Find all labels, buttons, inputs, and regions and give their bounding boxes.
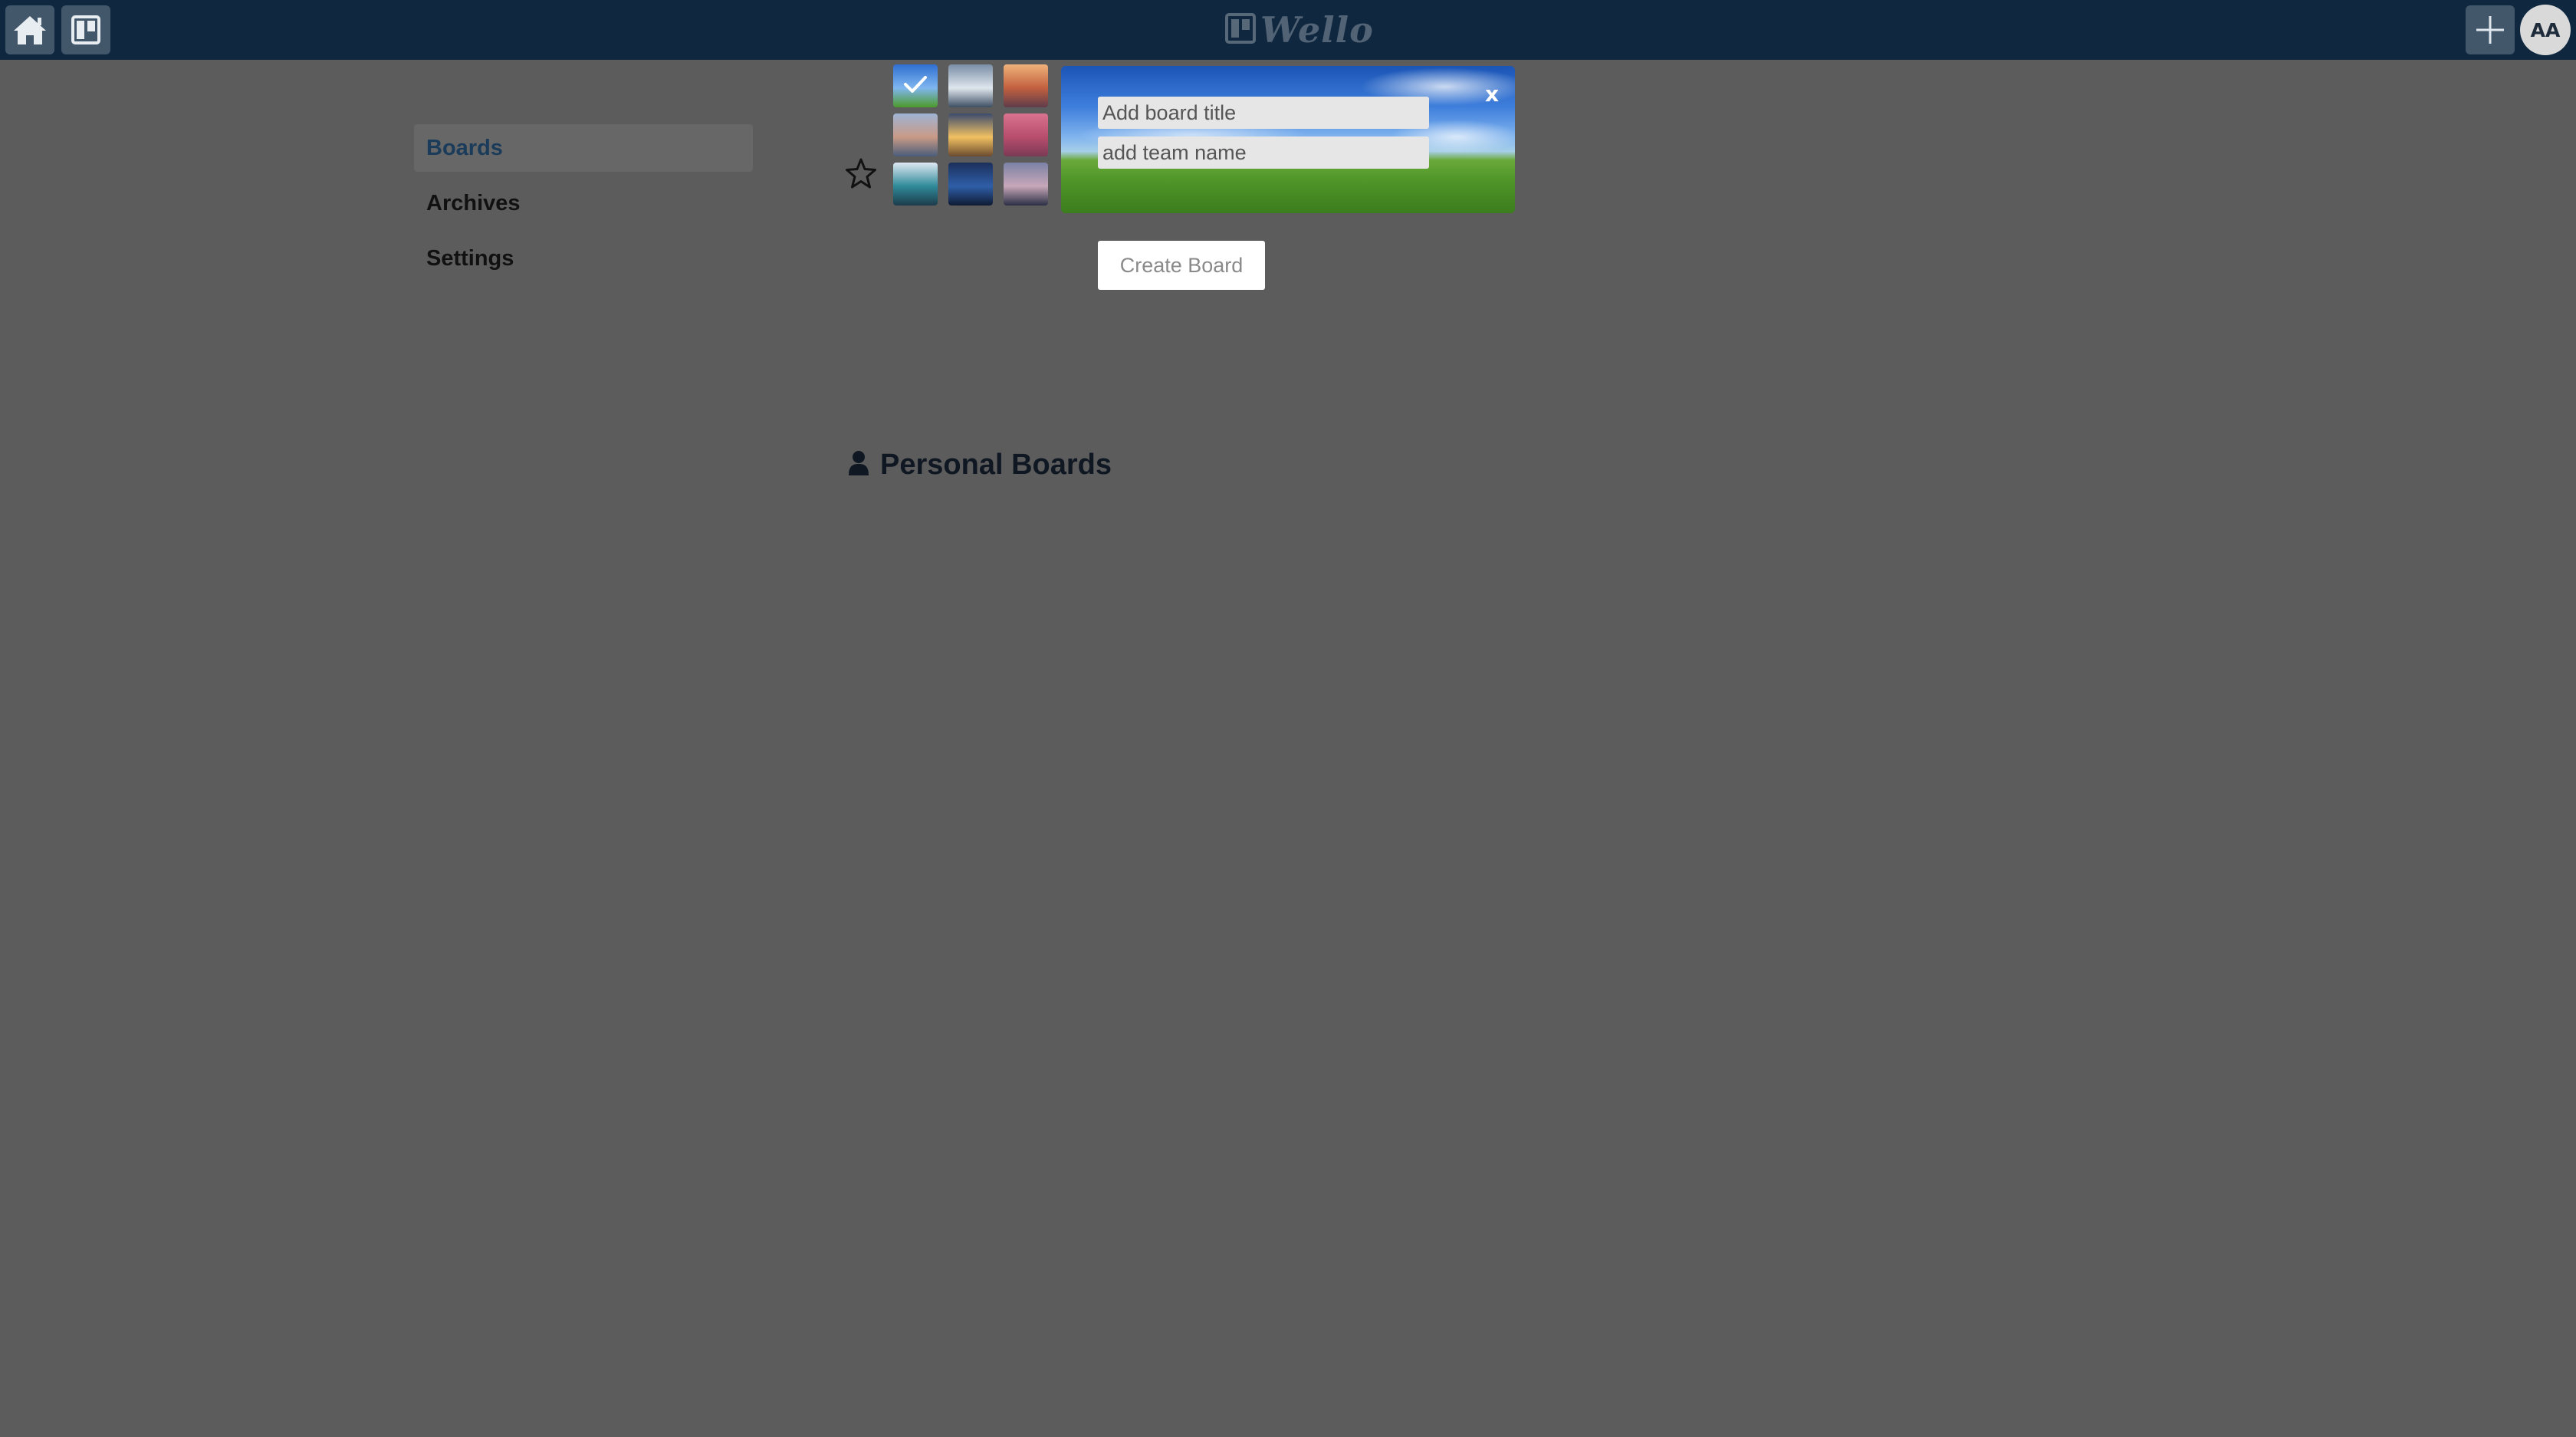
user-icon (848, 450, 869, 479)
user-avatar[interactable]: AA (2520, 5, 2571, 55)
home-icon (12, 14, 48, 46)
background-picker (893, 64, 1048, 206)
personal-boards-title: Personal Boards (880, 448, 1112, 481)
logo-board-icon (1225, 13, 1256, 47)
background-thumb-mountain-lake[interactable] (948, 64, 993, 107)
star-outline-icon (844, 158, 878, 193)
home-button[interactable] (5, 5, 54, 54)
plus-icon (2475, 15, 2505, 45)
app-logo[interactable]: Wello (1225, 9, 1374, 51)
sidebar: Boards Archives Settings (414, 124, 753, 290)
background-thumb-golden-horizon[interactable] (948, 113, 993, 156)
top-navigation-bar: Wello AA (0, 0, 2576, 60)
background-thumb-sunset-rocks[interactable] (1004, 64, 1048, 107)
close-composer-button[interactable]: x (1481, 81, 1503, 107)
background-thumb-night-city[interactable] (948, 163, 993, 206)
boards-button[interactable] (61, 5, 110, 54)
star-toggle[interactable] (844, 156, 878, 190)
boards-icon (71, 15, 100, 44)
background-thumb-pink-blossom[interactable] (1004, 113, 1048, 156)
background-thumb-coastal-town[interactable] (893, 113, 938, 156)
background-thumb-dusk-bridge[interactable] (1004, 163, 1048, 206)
board-preview: x (1061, 66, 1515, 213)
team-name-input[interactable] (1098, 136, 1429, 169)
sidebar-item-archives[interactable]: Archives (414, 179, 753, 227)
background-thumb-green-field[interactable] (893, 64, 938, 107)
create-board-button[interactable]: Create Board (1098, 241, 1265, 290)
add-board-button[interactable] (2466, 5, 2515, 54)
checkmark-icon (903, 74, 928, 97)
personal-boards-header: Personal Boards (848, 443, 1112, 486)
sidebar-item-boards[interactable]: Boards (414, 124, 753, 172)
background-thumb-tropical-bay[interactable] (893, 163, 938, 206)
sidebar-item-settings[interactable]: Settings (414, 235, 753, 282)
logo-text: Wello (1260, 9, 1374, 51)
board-title-input[interactable] (1098, 97, 1429, 129)
